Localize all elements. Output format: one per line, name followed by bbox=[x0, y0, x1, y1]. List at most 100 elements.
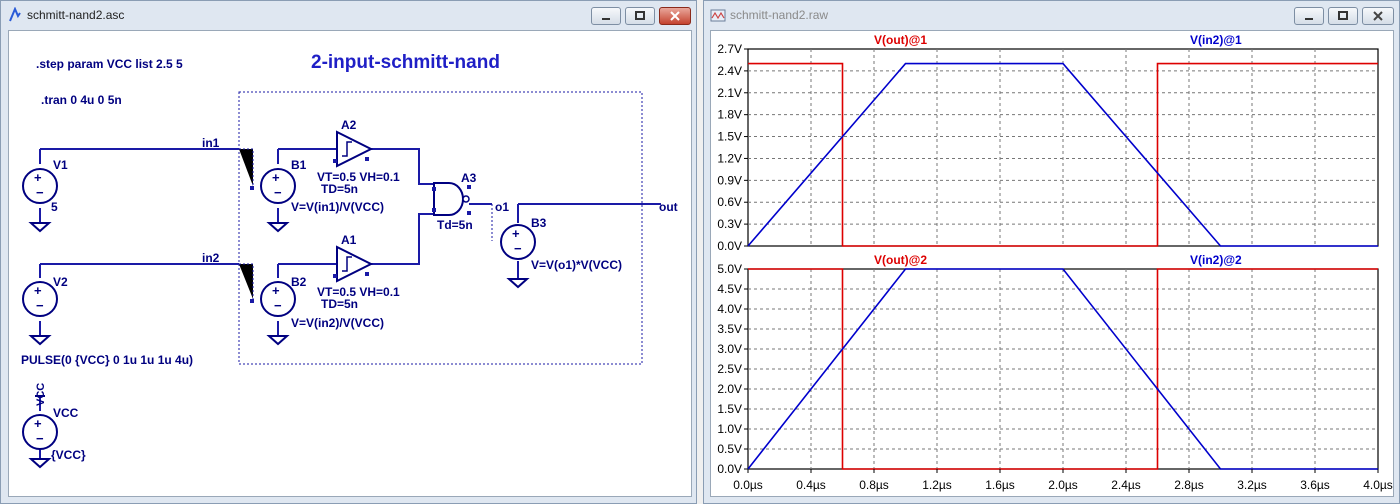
y-tick-label: 0.9V bbox=[717, 173, 742, 187]
voltage-source-v1[interactable]: + − bbox=[22, 168, 58, 204]
a3-name: A3 bbox=[461, 171, 477, 185]
y-tick-label: 1.5V bbox=[717, 402, 742, 416]
step-directive[interactable]: .step param VCC list 2.5 5 bbox=[36, 57, 183, 71]
svg-text:+: + bbox=[34, 283, 42, 298]
maximize-icon bbox=[1338, 11, 1348, 20]
maximize-button[interactable] bbox=[1328, 7, 1358, 25]
vcc-net-flag[interactable]: VCC bbox=[35, 383, 47, 406]
svg-text:−: − bbox=[274, 185, 282, 200]
tran-directive[interactable]: .tran 0 4u 0 5n bbox=[41, 93, 122, 107]
waveform-viewer[interactable]: 2.7V 2.4V 2.1V 1.8V 1.5V 1.2V 0.9V 0.6V 0.3V 0.0V… bbox=[710, 30, 1394, 497]
x-tick-label: 4.0µs bbox=[1363, 478, 1393, 492]
nand-gate-a3[interactable] bbox=[432, 182, 471, 216]
a2-name: A2 bbox=[341, 118, 357, 132]
y-tick-label: 2.7V bbox=[717, 42, 742, 56]
plot-pane-1[interactable]: 2.7V 2.4V 2.1V 1.8V 1.5V 1.2V 0.9V 0.6V 0.3V 0.0V… bbox=[717, 33, 1379, 253]
y-tick-label: 4.0V bbox=[717, 302, 742, 316]
waveform-titlebar[interactable]: schmitt-nand2.raw bbox=[704, 1, 1399, 31]
v1-name: V1 bbox=[53, 158, 68, 172]
svg-text:−: − bbox=[274, 298, 282, 313]
ltspice-app-icon bbox=[9, 7, 21, 22]
a3-params-td[interactable]: Td=5n bbox=[437, 218, 473, 232]
voltage-source-b3[interactable]: + − bbox=[500, 224, 536, 260]
schematic-canvas[interactable]: 2-input-schmitt-nand .step param VCC lis… bbox=[8, 30, 692, 497]
x-tick-label: 0.0µs bbox=[733, 478, 763, 492]
close-button[interactable] bbox=[1362, 7, 1394, 25]
y-tick-label: 5.0V bbox=[717, 262, 742, 276]
minimize-button[interactable] bbox=[591, 7, 621, 25]
x-tick-label: 1.2µs bbox=[922, 478, 952, 492]
a1-name: A1 bbox=[341, 233, 357, 247]
svg-text:+: + bbox=[512, 226, 520, 241]
a1-params-td[interactable]: TD=5n bbox=[321, 297, 358, 311]
maximize-button[interactable] bbox=[625, 7, 655, 25]
schematic-window[interactable]: schmitt-nand2.asc 2-input-schmitt-nand .… bbox=[0, 0, 697, 504]
x-tick-label: 2.8µs bbox=[1174, 478, 1204, 492]
x-tick-label: 0.8µs bbox=[859, 478, 889, 492]
x-tick-label: 1.6µs bbox=[985, 478, 1015, 492]
schematic-window-title: schmitt-nand2.asc bbox=[27, 8, 125, 22]
waveform-window[interactable]: schmitt-nand2.raw 2.7V 2.4V 2.1V 1.8V 1.5V 1.… bbox=[703, 0, 1400, 504]
plot-pane-2[interactable]: 5.0V 4.5V 4.0V 3.5V 3.0V 2.5V 2.0V 1.5V 1.0V 0.5V… bbox=[717, 253, 1379, 476]
svg-text:−: − bbox=[36, 185, 44, 200]
schmitt-buffer-a2[interactable] bbox=[333, 130, 374, 168]
waveform-plot[interactable]: 2.7V 2.4V 2.1V 1.8V 1.5V 1.2V 0.9V 0.6V 0.3V 0.0V… bbox=[711, 31, 1394, 497]
x-axis: 0.0µs 0.4µs 0.8µs 1.2µs 1.6µs 2.0µs 2.4µs 2.8µs… bbox=[733, 469, 1393, 492]
y-tick-label: 2.5V bbox=[717, 362, 742, 376]
schematic-drawing: 2-input-schmitt-nand .step param VCC lis… bbox=[21, 52, 678, 469]
close-icon bbox=[670, 11, 680, 21]
y-tick-label: 2.0V bbox=[717, 382, 742, 396]
svg-text:+: + bbox=[272, 283, 280, 298]
svg-text:+: + bbox=[34, 416, 42, 431]
x-tick-label: 3.2µs bbox=[1237, 478, 1267, 492]
close-icon bbox=[1373, 11, 1383, 21]
trace-label-vin2-1[interactable]: V(in2)@1 bbox=[1190, 33, 1242, 47]
trace-label-vout-1[interactable]: V(out)@1 bbox=[874, 33, 927, 47]
svg-text:−: − bbox=[514, 241, 522, 256]
x-tick-label: 0.4µs bbox=[796, 478, 826, 492]
minimize-button[interactable] bbox=[1294, 7, 1324, 25]
y-tick-label: 1.5V bbox=[717, 130, 742, 144]
voltage-source-b2[interactable]: + − bbox=[260, 281, 296, 317]
b1-name: B1 bbox=[291, 158, 307, 172]
b3-name: B3 bbox=[531, 216, 547, 230]
voltage-source-vcc[interactable]: + − bbox=[22, 414, 58, 450]
schematic-title: 2-input-schmitt-nand bbox=[311, 52, 500, 73]
waveform-window-title: schmitt-nand2.raw bbox=[730, 8, 829, 22]
schmitt-buffer-a1[interactable] bbox=[333, 245, 374, 283]
svg-text:−: − bbox=[36, 298, 44, 313]
svg-text:+: + bbox=[272, 170, 280, 185]
close-button[interactable] bbox=[659, 7, 691, 25]
y-tick-label: 3.5V bbox=[717, 322, 742, 336]
b2-expression[interactable]: V=V(in2)/V(VCC) bbox=[291, 316, 384, 330]
voltage-source-v2[interactable]: + − bbox=[22, 281, 58, 317]
trace-label-vout-2[interactable]: V(out)@2 bbox=[874, 253, 927, 267]
y-tick-label: 0.6V bbox=[717, 195, 742, 209]
y-tick-label: 0.0V bbox=[717, 239, 742, 253]
b3-expression[interactable]: V=V(o1)*V(VCC) bbox=[531, 258, 622, 272]
y-tick-label: 2.1V bbox=[717, 86, 742, 100]
x-tick-label: 2.0µs bbox=[1048, 478, 1078, 492]
voltage-source-b1[interactable]: + − bbox=[260, 168, 296, 204]
vcc-net-label: VCC bbox=[35, 383, 47, 406]
net-label-o1: o1 bbox=[495, 200, 509, 214]
ground-symbols bbox=[28, 222, 530, 469]
y-tick-label: 1.8V bbox=[717, 108, 742, 122]
schematic-titlebar[interactable]: schmitt-nand2.asc bbox=[1, 1, 696, 31]
x-tick-label: 2.4µs bbox=[1111, 478, 1141, 492]
trace-label-vin2-2[interactable]: V(in2)@2 bbox=[1190, 253, 1242, 267]
b2-name: B2 bbox=[291, 275, 307, 289]
minimize-icon bbox=[1305, 18, 1313, 20]
x-tick-label: 3.6µs bbox=[1300, 478, 1330, 492]
a2-params-td[interactable]: TD=5n bbox=[321, 182, 358, 196]
y-tick-label: 0.5V bbox=[717, 442, 742, 456]
v1-value[interactable]: 5 bbox=[51, 200, 58, 214]
b1-expression[interactable]: V=V(in1)/V(VCC) bbox=[291, 200, 384, 214]
y-tick-label: 0.0V bbox=[717, 462, 742, 476]
net-label-out: out bbox=[659, 200, 678, 214]
v2-value[interactable]: PULSE(0 {VCC} 0 1u 1u 1u 4u) bbox=[21, 353, 193, 367]
minimize-icon bbox=[602, 18, 610, 20]
waveform-app-icon bbox=[710, 9, 726, 22]
vcc-source-value[interactable]: {VCC} bbox=[51, 448, 86, 462]
net-label-in2: in2 bbox=[202, 251, 220, 265]
